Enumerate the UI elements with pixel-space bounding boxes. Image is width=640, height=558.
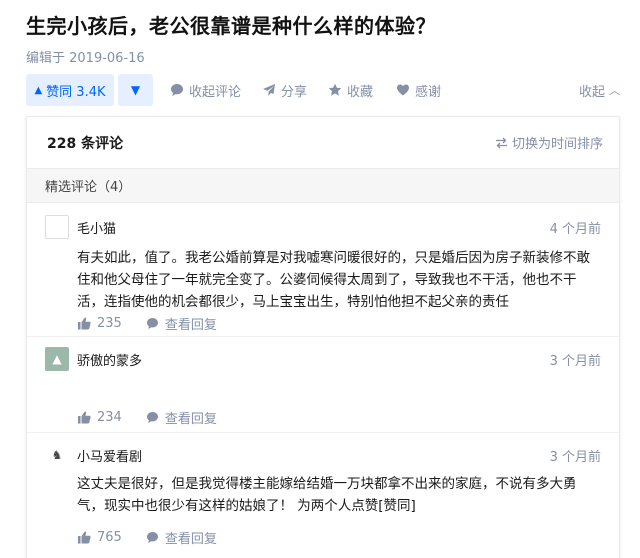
comment-time: 3 个月前 [549,353,601,369]
triangle-down-icon: ▼ [130,83,141,97]
like-button[interactable]: 235 [77,316,122,331]
comment-icon [146,317,158,329]
chevron-up-icon: ︿ [609,84,620,97]
vote-up-button[interactable]: ▲ 赞同 3.4K [26,74,114,106]
vote-down-button[interactable]: ▼ [118,74,153,106]
avatar[interactable] [45,215,69,239]
comment-count: 228 条评论 [47,135,124,152]
thanks-button[interactable]: 感谢 [396,74,441,106]
comment-author[interactable]: 毛小猫 [77,218,116,237]
comment-item: ▲ 骄傲的蒙多 3 个月前 234 查看回复 [27,337,619,433]
favorite-button[interactable]: 收藏 [328,74,373,106]
comment-icon [146,411,158,423]
comment-time: 4 个月前 [549,221,601,237]
view-replies-button[interactable]: 查看回复 [146,408,217,427]
comment-author[interactable]: 小马爱看剧 [77,446,142,465]
share-button[interactable]: 分享 [262,74,307,106]
comment-text: 这丈夫是很好，但是我觉得楼主能嫁给结婚一万块都拿不出来的家庭，不说有多大勇 气，… [77,476,577,514]
comment-time: 3 个月前 [549,449,601,465]
comment-author[interactable]: 骄傲的蒙多 [77,350,142,369]
heart-icon [397,84,409,96]
thumbs-up-icon [78,317,91,329]
share-icon [263,84,275,96]
question-title: 生完小孩后，老公很靠谱是种什么样的体验？ [26,14,436,38]
avatar[interactable]: ♞ [45,443,69,467]
comments-panel: 228 条评论 切换为时间排序 精选评论（4） 毛小猫 4 个月前 有夫如此，值… [26,116,620,558]
comment-item: 毛小猫 4 个月前 有夫如此，值了。我老公婚前算是对我嘘寒问暖很好的，只是婚后因… [27,203,619,337]
sort-toggle[interactable]: 切换为时间排序 [495,133,603,152]
thumbs-up-icon [78,531,91,543]
comment-footer: 234 查看回复 [77,407,217,427]
comment-icon [171,84,183,96]
comment-footer: 235 查看回复 [77,313,217,333]
comment-text: 有夫如此，值了。我老公婚前算是对我嘘寒问暖很好的，只是婚后因为房子新装修不敢 住… [77,250,590,310]
comments-header: 228 条评论 切换为时间排序 [27,117,619,169]
comment-header: ♞ 小马爱看剧 3 个月前 [45,443,601,467]
comment-item: ♞ 小马爱看剧 3 个月前 这丈夫是很好，但是我觉得楼主能嫁给结婚一万块都拿不出… [27,433,619,553]
comment-header: ▲ 骄傲的蒙多 3 个月前 [45,347,601,371]
edit-date: 编辑于 2019-06-16 [26,51,145,66]
comment-header: 毛小猫 4 个月前 [45,215,601,239]
collapse-answer-button[interactable]: 收起 ︿ [579,74,620,106]
like-button[interactable]: 765 [77,530,122,545]
swap-icon [495,137,507,148]
thumbs-up-icon [78,411,91,423]
view-replies-button[interactable]: 查看回复 [146,314,217,333]
comment-footer: 765 查看回复 [77,527,217,547]
star-icon [328,83,342,96]
comment-icon [146,531,158,543]
view-replies-button[interactable]: 查看回复 [146,528,217,547]
triangle-up-icon: ▲ [34,84,43,96]
like-button[interactable]: 234 [77,410,122,425]
featured-comments-label: 精选评论（4） [27,169,619,203]
avatar[interactable]: ▲ [45,347,69,371]
answer-actions: ▲ 赞同 3.4K ▼ 收起评论 分享 收藏 感谢 收起 ︿ [26,74,620,106]
collapse-comments-button[interactable]: 收起评论 [170,74,241,106]
